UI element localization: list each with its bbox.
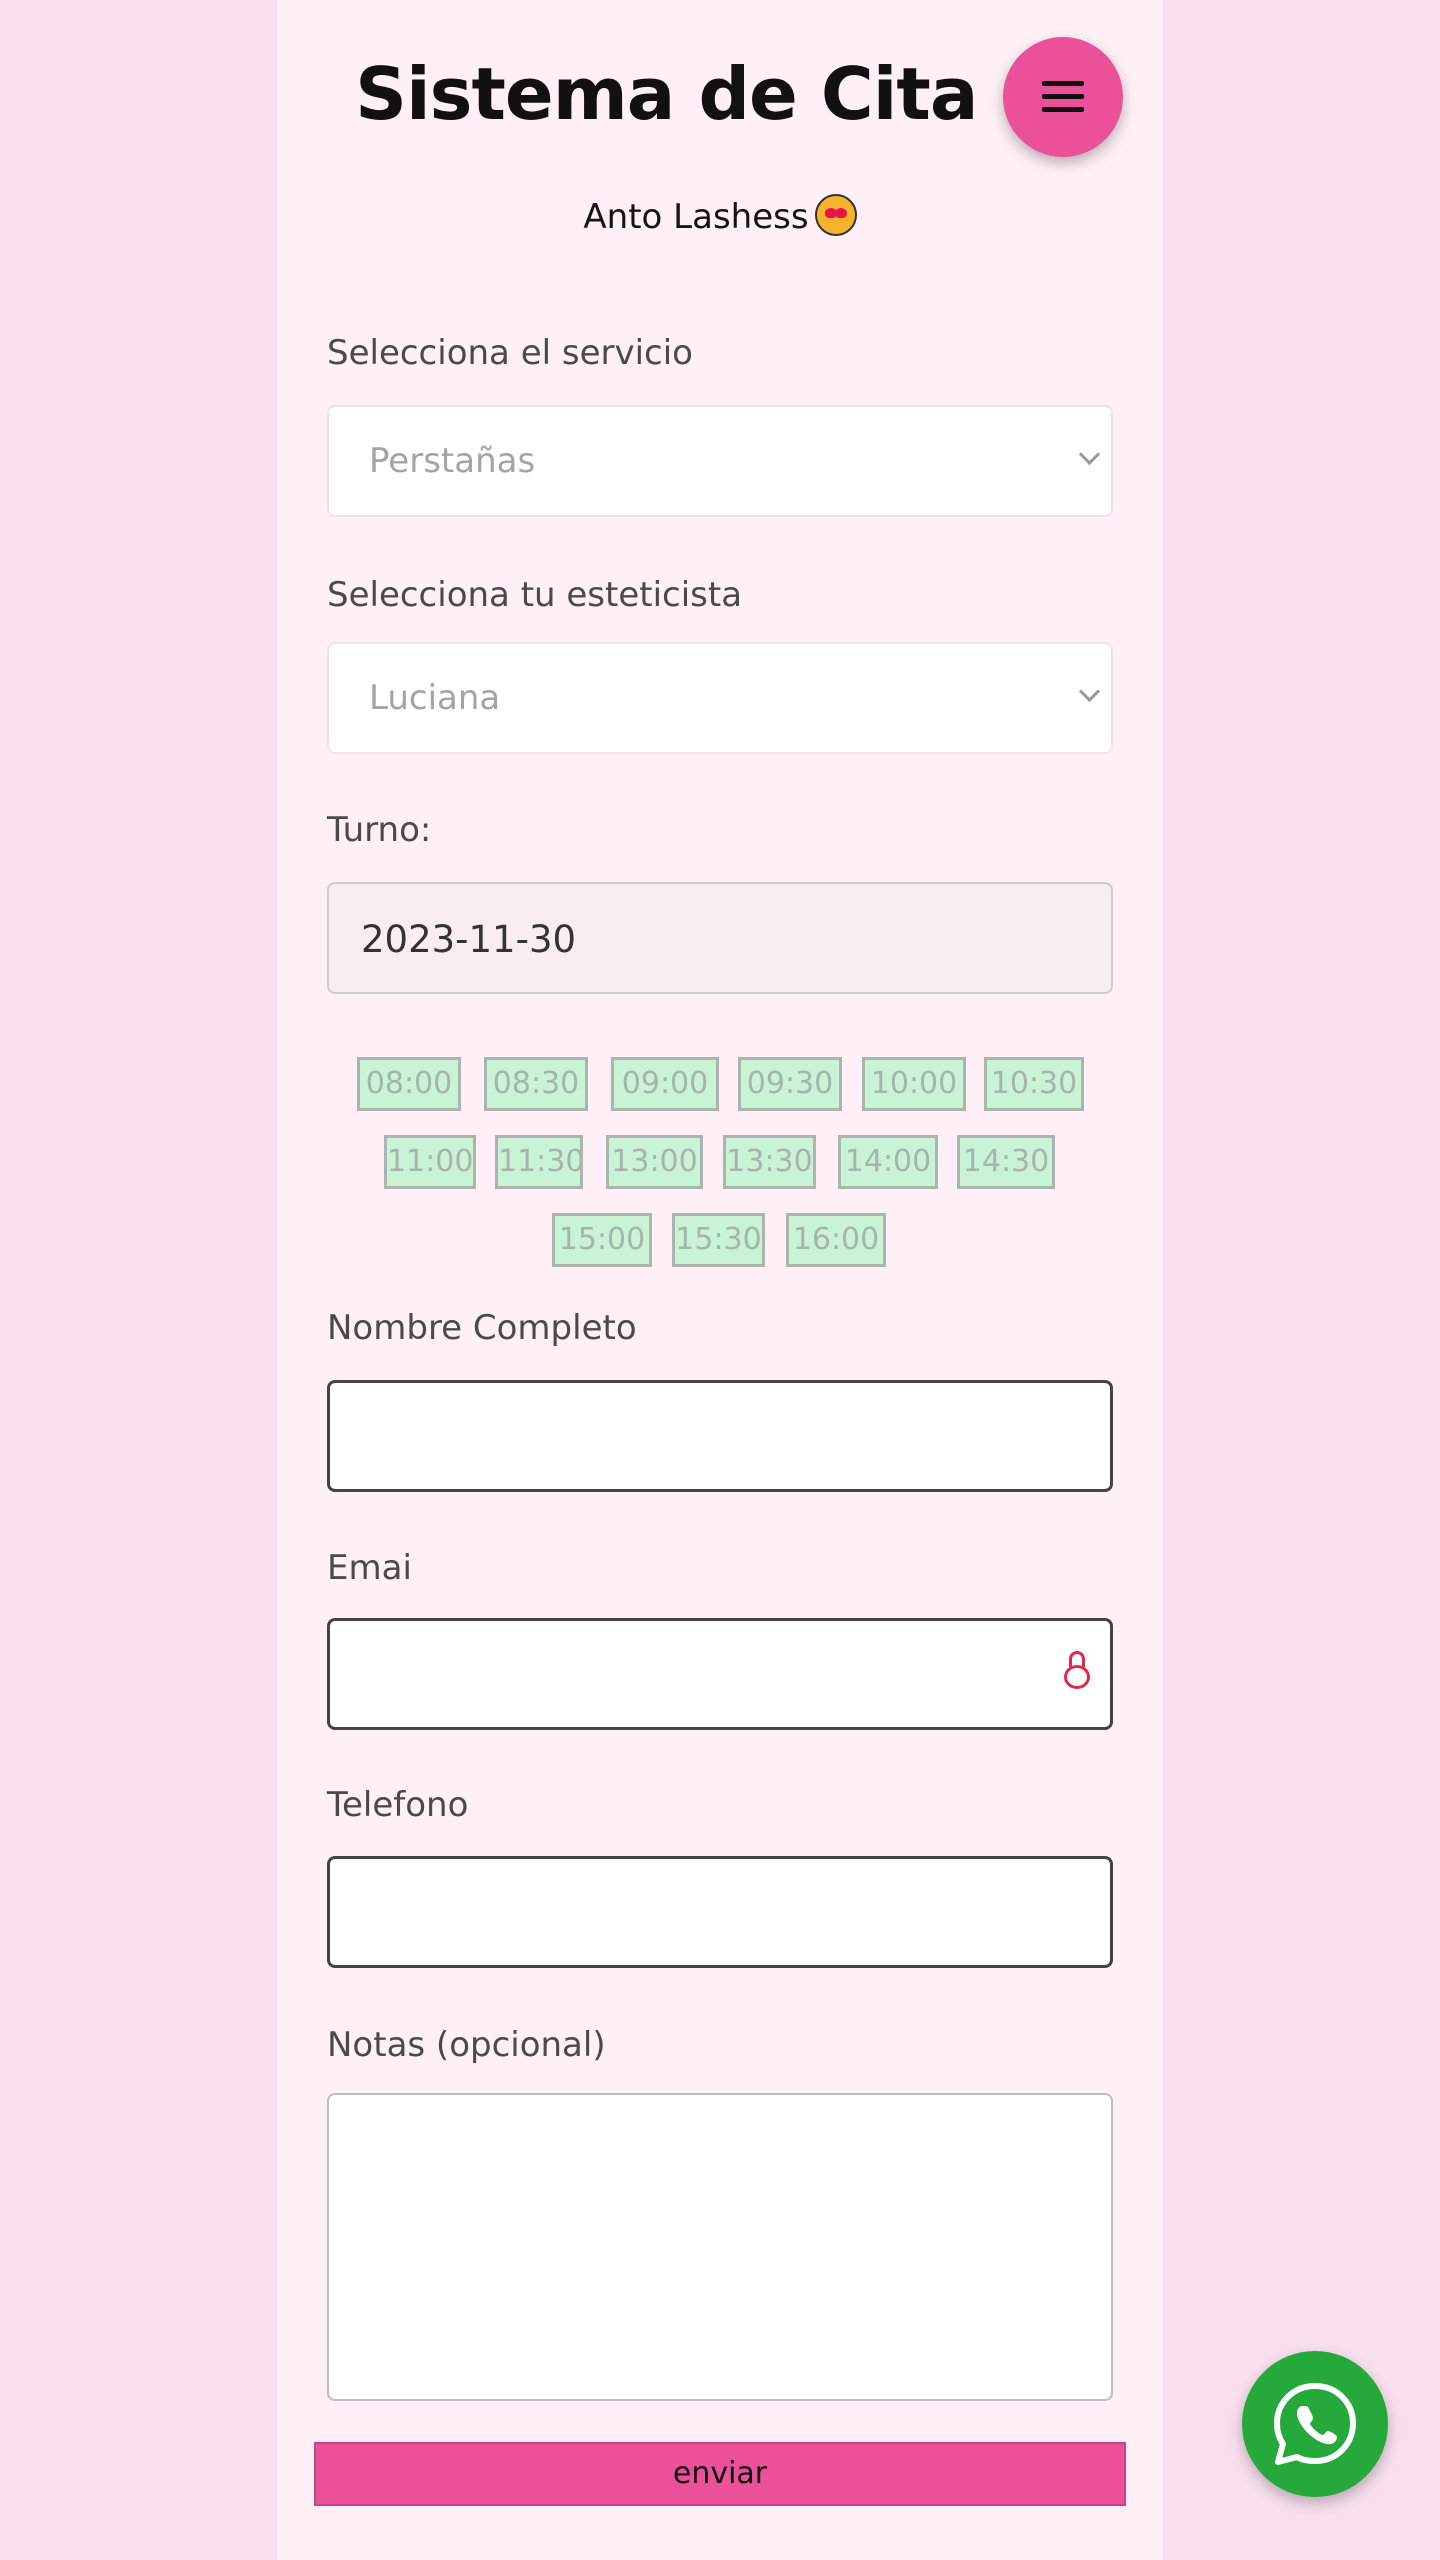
form-panel: Sistema de Cita ::: Anto Lashess Selecci… [277,0,1388,2560]
full-name-label: Nombre Completo [327,1308,637,1348]
date-value: 2023-11-30 [361,918,577,961]
menu-button[interactable] [1003,37,1123,157]
time-slot[interactable]: 15:30 [672,1213,765,1267]
hamburger-icon [1042,81,1084,113]
esthetician-selected-value: Luciana [369,678,501,718]
email-label: Emai [327,1548,412,1588]
time-slot[interactable]: 14:30 [957,1135,1055,1189]
time-slot[interactable]: 11:00 [384,1135,476,1189]
notes-label: Notas (opcional) [327,2025,606,2065]
service-label: Selecciona el servicio [327,333,693,373]
whatsapp-icon [1274,2383,1356,2465]
time-slot[interactable]: 16:00 [786,1213,886,1267]
phone-label: Telefono [327,1785,469,1825]
salon-name: Anto Lashess [277,194,1163,237]
service-selected-value: Perstañas [369,441,536,481]
submit-button[interactable]: enviar [314,2442,1126,2506]
time-slot[interactable]: 10:00 [862,1057,966,1111]
email-input[interactable] [327,1618,1113,1730]
esthetician-select[interactable]: Luciana [327,642,1113,754]
time-slot[interactable]: 11:30 [495,1135,584,1189]
full-name-input[interactable] [327,1380,1113,1492]
heart-eyes-emoji-icon [814,194,857,236]
time-slot[interactable]: 13:30 [723,1135,816,1189]
time-slot[interactable]: 09:30 [738,1057,842,1111]
chevron-down-icon [1078,443,1101,466]
notes-textarea[interactable] [327,2093,1113,2401]
salon-name-text: Anto Lashess [583,197,809,237]
date-field[interactable]: 2023-11-30 [327,882,1113,994]
phone-input[interactable] [327,1856,1113,1968]
chevron-down-icon [1078,680,1101,703]
time-slot[interactable]: 15:00 [552,1213,652,1267]
esthetician-label: Selecciona tu esteticista [327,575,743,615]
service-select[interactable]: Perstañas [327,405,1113,517]
time-slot[interactable]: 08:00 [357,1057,461,1111]
password-manager-lock-icon[interactable] [1064,1651,1090,1691]
time-slot[interactable]: 14:00 [838,1135,938,1189]
turno-label: Turno: [327,810,432,850]
time-slot[interactable]: 10:30 [984,1057,1084,1111]
time-slot[interactable]: 09:00 [611,1057,719,1111]
time-slot[interactable]: 13:00 [606,1135,703,1189]
whatsapp-button[interactable] [1242,2351,1388,2497]
time-slot[interactable]: 08:30 [484,1057,588,1111]
